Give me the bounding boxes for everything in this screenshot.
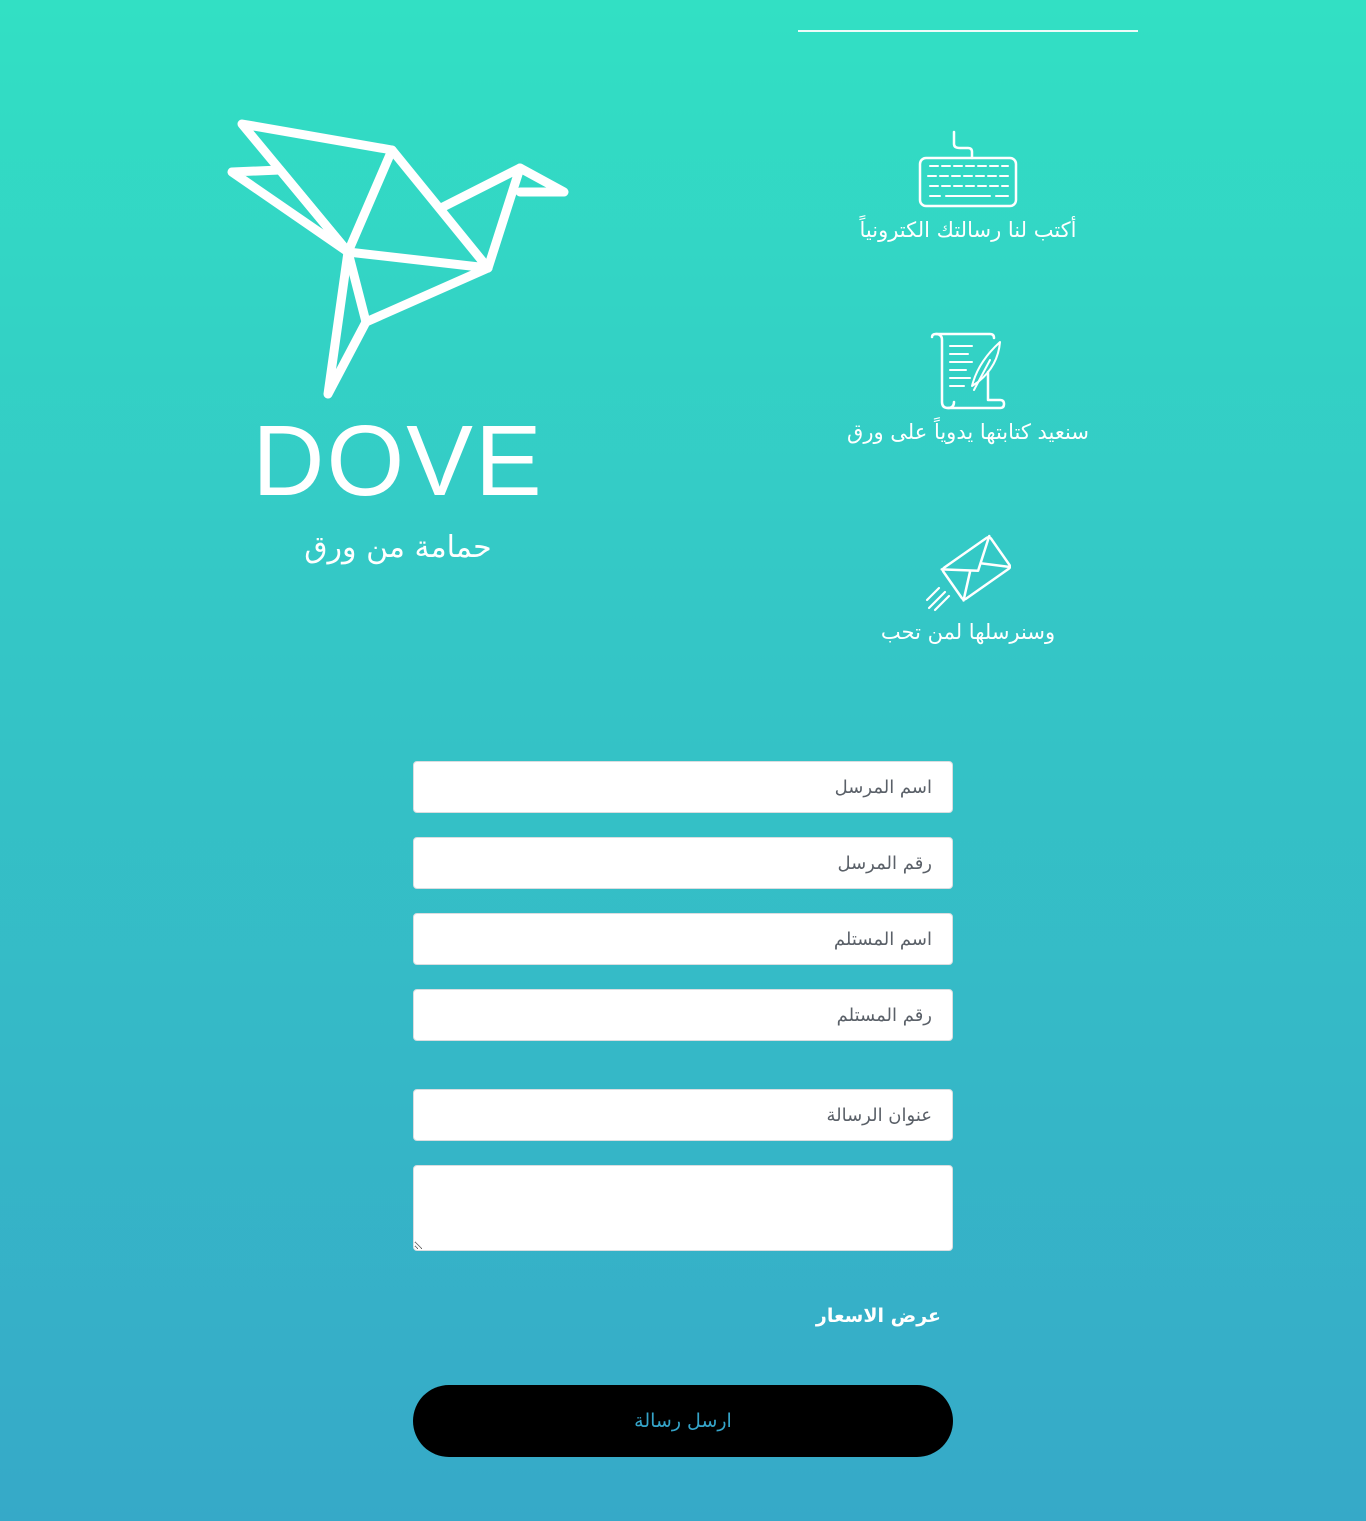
view-prices-link[interactable]: عرض الاسعار — [413, 1305, 941, 1327]
header-divider — [798, 30, 1138, 32]
brand-tagline: حمامة من ورق — [304, 530, 492, 565]
feature-send-to-loved-label: وسنرسلها لمن تحب — [880, 620, 1056, 644]
message-form — [413, 761, 953, 1251]
sender-name-input[interactable] — [413, 761, 953, 813]
origami-dove-logo-icon — [227, 119, 569, 399]
feature-write-online: أكتب لنا رسالتك الكترونياً — [798, 130, 1138, 244]
send-message-button[interactable]: ارسل رسالة — [413, 1385, 953, 1457]
brand-name: DOVE — [252, 405, 544, 517]
scroll-quill-icon — [930, 332, 1006, 410]
recipient-number-input[interactable] — [413, 989, 953, 1041]
feature-send-to-loved: وسنرسلها لمن تحب — [798, 530, 1138, 646]
feature-handwritten-label: سنعيد كتابتها يدوياً على ورق — [847, 420, 1089, 444]
message-subject-input[interactable] — [413, 1089, 953, 1141]
message-body-textarea[interactable] — [413, 1165, 953, 1251]
flying-envelope-icon — [925, 534, 1011, 612]
recipient-name-input[interactable] — [413, 913, 953, 965]
feature-handwritten: سنعيد كتابتها يدوياً على ورق — [798, 332, 1138, 446]
sender-number-input[interactable] — [413, 837, 953, 889]
keyboard-icon — [918, 130, 1018, 208]
feature-write-online-label: أكتب لنا رسالتك الكترونياً — [859, 218, 1077, 242]
